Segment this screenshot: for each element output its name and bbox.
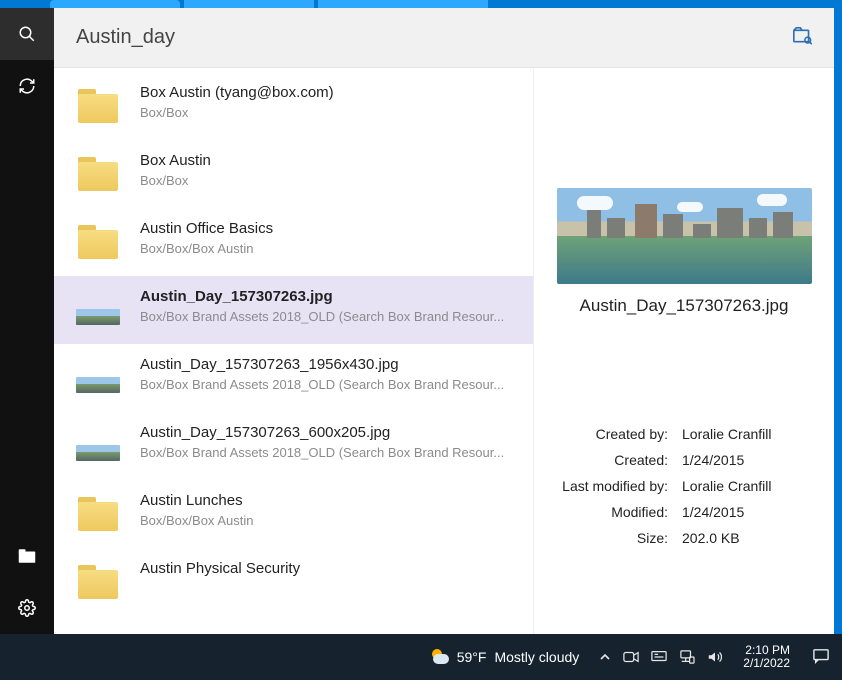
system-tray[interactable]: [589, 650, 733, 664]
meet-now-icon: [623, 650, 639, 664]
results-list[interactable]: Box Austin (tyang@box.com)Box/BoxBox Aus…: [54, 68, 534, 634]
clock-date: 2/1/2022: [743, 657, 790, 670]
weather-icon: [429, 647, 449, 667]
folder-icon: [76, 220, 120, 264]
preview-metadata: Created by: Loralie Cranfill Created: 1/…: [552, 426, 816, 546]
search-bar: [54, 8, 834, 68]
network-icon: [679, 650, 695, 664]
result-title: Austin Lunches: [140, 492, 519, 509]
meta-label-last-modified-by: Last modified by:: [552, 478, 682, 494]
result-title: Austin_Day_157307263_1956x430.jpg: [140, 356, 519, 373]
result-path: Box/Box Brand Assets 2018_OLD (Search Bo…: [140, 309, 519, 324]
sidebar: [0, 8, 54, 634]
notification-icon: [812, 648, 830, 664]
sidebar-settings-button[interactable]: [0, 582, 54, 634]
search-input[interactable]: [76, 26, 792, 49]
taskbar: 59°F Mostly cloudy 2:10 PM 2/1/2022: [0, 634, 842, 680]
folder-icon: [76, 152, 120, 196]
preview-image: [557, 188, 812, 284]
weather-temp: 59°F: [457, 649, 487, 665]
result-row[interactable]: Austin_Day_157307263.jpg Box/Box Brand As…: [54, 276, 533, 344]
result-title: Austin_Day_157307263_600x205.jpg: [140, 424, 519, 441]
sidebar-files-button[interactable]: [0, 530, 54, 582]
result-row[interactable]: Box Austin (tyang@box.com) Box/Box: [54, 72, 533, 140]
sync-icon: [18, 77, 36, 95]
result-path: Box/Box Brand Assets 2018_OLD (Search Bo…: [140, 377, 519, 392]
result-title: Austin_Day_157307263.jpg: [140, 288, 519, 305]
taskbar-weather[interactable]: 59°F Mostly cloudy: [419, 647, 590, 667]
image-thumbnail: [76, 424, 120, 468]
folder-icon: [18, 548, 36, 564]
result-path: Box/Box/Box Austin: [140, 513, 519, 528]
folder-icon: [76, 84, 120, 128]
titlebar-tabs: [0, 0, 842, 8]
search-icon: [18, 25, 36, 43]
result-row[interactable]: Austin Lunches Box/Box/Box Austin: [54, 480, 533, 548]
preview-filename: Austin_Day_157307263.jpg: [557, 296, 812, 316]
notifications-button[interactable]: [800, 648, 842, 667]
folder-search-icon: [792, 27, 812, 45]
input-icon: [651, 650, 667, 664]
gear-icon: [18, 599, 36, 617]
weather-text: Mostly cloudy: [494, 649, 579, 665]
preview-panel: Austin_Day_157307263.jpg Created by: Lor…: [534, 68, 834, 634]
result-title: Box Austin (tyang@box.com): [140, 84, 519, 101]
folder-icon: [76, 492, 120, 536]
image-thumbnail: [76, 288, 120, 332]
result-title: Box Austin: [140, 152, 519, 169]
sidebar-sync-button[interactable]: [0, 60, 54, 112]
meta-value-size: 202.0 KB: [682, 530, 816, 546]
result-title: Austin Physical Security: [140, 560, 519, 577]
search-refine-button[interactable]: [792, 27, 812, 48]
image-thumbnail: [76, 356, 120, 400]
result-path: Box/Box: [140, 105, 519, 120]
meta-label-modified: Modified:: [552, 504, 682, 520]
app-window: Box Austin (tyang@box.com)Box/BoxBox Aus…: [0, 8, 834, 634]
volume-icon: [707, 650, 723, 664]
result-path: Box/Box: [140, 173, 519, 188]
result-row[interactable]: Box Austin Box/Box: [54, 140, 533, 208]
result-path: Box/Box/Box Austin: [140, 241, 519, 256]
sidebar-search-button[interactable]: [0, 8, 54, 60]
meta-label-created: Created:: [552, 452, 682, 468]
result-row[interactable]: Austin_Day_157307263_600x205.jpg Box/Box …: [54, 412, 533, 480]
folder-icon: [76, 560, 120, 604]
meta-value-created: 1/24/2015: [682, 452, 816, 468]
meta-value-modified: 1/24/2015: [682, 504, 816, 520]
meta-value-last-modified-by: Loralie Cranfill: [682, 478, 816, 494]
result-row[interactable]: Austin Office Basics Box/Box/Box Austin: [54, 208, 533, 276]
chevron-up-icon: [599, 651, 611, 663]
meta-label-created-by: Created by:: [552, 426, 682, 442]
meta-label-size: Size:: [552, 530, 682, 546]
result-row[interactable]: Austin_Day_157307263_1956x430.jpg Box/Box…: [54, 344, 533, 412]
result-row[interactable]: Austin Physical Security: [54, 548, 533, 616]
meta-value-created-by: Loralie Cranfill: [682, 426, 816, 442]
result-title: Austin Office Basics: [140, 220, 519, 237]
main-panel: Box Austin (tyang@box.com)Box/BoxBox Aus…: [54, 8, 834, 634]
taskbar-clock[interactable]: 2:10 PM 2/1/2022: [733, 644, 800, 670]
result-path: Box/Box Brand Assets 2018_OLD (Search Bo…: [140, 445, 519, 460]
